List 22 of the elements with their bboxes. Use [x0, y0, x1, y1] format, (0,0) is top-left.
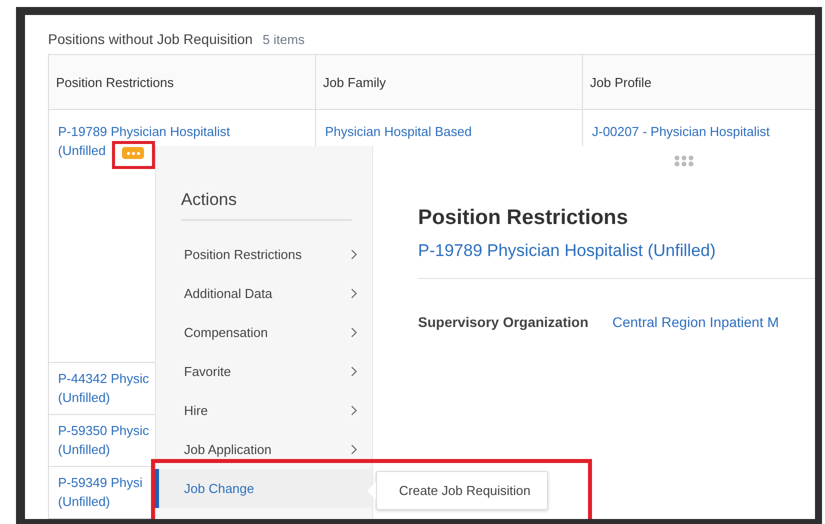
menu-item[interactable]: Job Application	[155, 430, 372, 469]
field-label: Supervisory Organization	[418, 314, 588, 330]
menu-title: Actions	[181, 190, 352, 221]
column-header: Job Family	[316, 55, 583, 110]
job-family-link[interactable]: Physician Hospital Based	[325, 122, 472, 141]
menu-item[interactable]: Position Restrictions	[155, 235, 372, 274]
detail-heading: Position Restrictions	[418, 206, 630, 230]
menu-item[interactable]: Hire	[155, 391, 372, 430]
menu-item[interactable]: Job Change	[155, 469, 372, 508]
column-header: Position Restrictions	[49, 55, 316, 110]
menu-item[interactable]: Additional Data	[155, 274, 372, 313]
menu-item[interactable]: Compensation	[155, 313, 372, 352]
position-link[interactable]: P-59349 Physi (Unfilled)	[58, 473, 143, 511]
position-link[interactable]: P-19789 Physician Hospitalist (Unfilled)	[418, 241, 815, 261]
job-profile-link[interactable]: J-00207 - Physician Hospitalist	[592, 122, 770, 141]
column-header: Job Profile	[583, 55, 815, 110]
item-count: 5 items	[262, 32, 305, 47]
position-link[interactable]: P-44342 Physic (Unfilled)	[58, 369, 150, 407]
section-title: Positions without Job Requisition	[48, 31, 253, 47]
field-value-link[interactable]: Central Region Inpatient M	[612, 314, 779, 330]
position-link[interactable]: P-59350 Physic (Unfilled)	[58, 421, 150, 459]
menu-item[interactable]: Favorite	[155, 352, 372, 391]
